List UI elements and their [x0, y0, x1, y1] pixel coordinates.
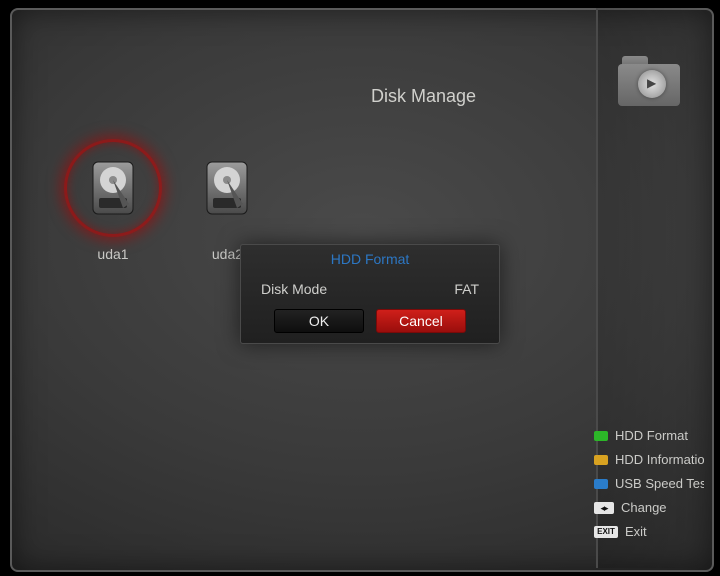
- legend-label: Change: [621, 500, 667, 515]
- disk-mode-label: Disk Mode: [261, 281, 327, 297]
- legend-hdd-information[interactable]: HDD Informatio: [594, 452, 704, 467]
- disk-mode-row: Disk Mode FAT: [261, 281, 479, 297]
- legend-label: USB Speed Tes: [615, 476, 704, 491]
- disk-label: uda1: [58, 246, 168, 262]
- legend-label: Exit: [625, 524, 647, 539]
- arrows-marker-icon: ◂▸: [594, 502, 614, 514]
- legend-hdd-format[interactable]: HDD Format: [594, 428, 704, 443]
- hdd-format-dialog: HDD Format Disk Mode FAT OK Cancel: [240, 244, 500, 344]
- legend-exit[interactable]: EXIT Exit: [594, 524, 704, 539]
- disk-item-uda1[interactable]: uda1: [58, 158, 168, 262]
- legend: HDD Format HDD Informatio USB Speed Tes …: [594, 419, 704, 548]
- disk-mode-value[interactable]: FAT: [454, 281, 479, 297]
- ok-button[interactable]: OK: [274, 309, 364, 333]
- selection-ring: [67, 142, 159, 234]
- green-marker-icon: [594, 431, 608, 441]
- hdd-icon: [203, 158, 251, 218]
- blue-marker-icon: [594, 479, 608, 489]
- disk-icon: [197, 158, 257, 218]
- legend-label: HDD Format: [615, 428, 688, 443]
- dialog-title: HDD Format: [241, 251, 499, 267]
- main-panel: Disk Manage: [10, 8, 598, 568]
- exit-marker-icon: EXIT: [594, 526, 618, 538]
- legend-usb-speed-test[interactable]: USB Speed Tes: [594, 476, 704, 491]
- cancel-button[interactable]: Cancel: [376, 309, 466, 333]
- page-title: Disk Manage: [371, 86, 476, 107]
- yellow-marker-icon: [594, 455, 608, 465]
- disk-icon: [83, 158, 143, 218]
- sidebar: HDD Format HDD Informatio USB Speed Tes …: [596, 8, 710, 568]
- dialog-buttons: OK Cancel: [241, 309, 499, 333]
- disk-manage-icon: [618, 56, 680, 106]
- legend-label: HDD Informatio: [615, 452, 704, 467]
- legend-change[interactable]: ◂▸ Change: [594, 500, 704, 515]
